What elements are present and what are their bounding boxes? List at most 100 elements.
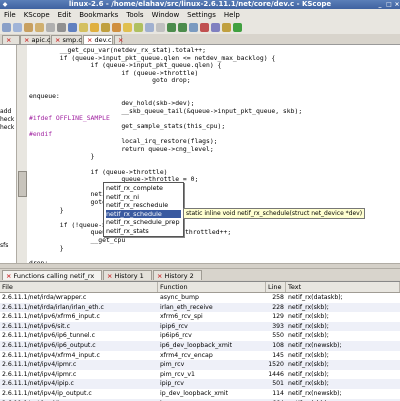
save-icon[interactable]	[24, 23, 33, 32]
tag-list-item[interactable]: add	[0, 108, 11, 115]
menu-tools[interactable]: Tools	[122, 9, 147, 21]
menu-edit[interactable]: Edit	[54, 9, 76, 21]
query-tab-history2[interactable]: × History 2	[153, 270, 202, 280]
table-row[interactable]: 2.6.11.1/net/ipv6/xfrm6_input.c xfrm6_rcv…	[0, 312, 400, 322]
maximize-icon[interactable]: □	[385, 1, 393, 8]
table-row[interactable]: 2.6.11.1/net/ipv4/ipip.c ipip_rcv 501 netif…	[0, 379, 400, 389]
close-tab-icon[interactable]: ×	[6, 36, 11, 44]
col-text[interactable]: Text	[286, 282, 400, 292]
table-row[interactable]: 2.6.11.1/net/ipv4/ip_output.c ip_dev_loop…	[0, 389, 400, 399]
close-file-icon[interactable]	[46, 23, 55, 32]
table-row[interactable]: 2.6.11.1/net/irda/wrapper.c async_bump 258…	[0, 293, 400, 303]
file-tab-apic[interactable]: × apic.c	[20, 35, 51, 44]
cell-function: irlan_eth_receive	[160, 303, 213, 311]
minimize-icon[interactable]: _	[376, 1, 384, 8]
window-titlebar[interactable]: ◆ linux-2.6 - /home/elahav/src/linux-2.6…	[0, 0, 400, 9]
table-row[interactable]: 2.6.11.1/net/ipv6/ip6_output.c ip6_dev_lo…	[0, 341, 400, 351]
new-project-icon[interactable]	[2, 23, 11, 32]
cell-line: 108	[272, 342, 284, 349]
bookmark-icon[interactable]	[222, 23, 231, 32]
including-icon[interactable]	[156, 23, 165, 32]
table-row[interactable]: 2.6.11.1/net/ipv4/xfrm4_input.c xfrm4_rcv…	[0, 351, 400, 361]
menu-kscope[interactable]: KScope	[20, 9, 54, 21]
file-tab-more[interactable]: ×	[114, 35, 123, 44]
close-tab-icon[interactable]: ×	[6, 272, 11, 280]
col-file[interactable]: File	[0, 282, 158, 292]
menu-help[interactable]: Help	[220, 9, 244, 21]
cell-function: ip6ip6_rcv	[160, 332, 192, 340]
menu-window[interactable]: Window	[148, 9, 184, 21]
tag-list-item[interactable]: heck	[0, 116, 14, 123]
stop-icon[interactable]	[200, 23, 209, 32]
cell-line: 1520	[268, 361, 284, 369]
called-icon[interactable]	[101, 23, 110, 32]
forward-icon[interactable]	[178, 23, 187, 32]
cell-line: 550	[272, 332, 284, 340]
query-tab-calling[interactable]: × Functions calling netif_rx	[2, 270, 102, 280]
autocomplete-item[interactable]: netif_rx_complete	[106, 184, 181, 193]
cell-function: xfrm4_rcv_encap	[160, 351, 213, 359]
tag-list-item[interactable]: sfs	[0, 242, 8, 249]
open-project-icon[interactable]	[13, 23, 22, 32]
autocomplete-item[interactable]: netif_rx_ni	[106, 193, 181, 202]
left-scrollbar[interactable]	[16, 45, 27, 263]
file-tab-hidden[interactable]: ×	[2, 35, 20, 44]
file-icon[interactable]	[145, 23, 154, 32]
menu-settings[interactable]: Settings	[183, 9, 220, 21]
close-tab-icon[interactable]: ×	[118, 36, 123, 44]
open-file-icon[interactable]	[35, 23, 44, 32]
close-icon[interactable]: ×	[393, 1, 400, 8]
cell-function: pim_rcv	[160, 361, 185, 369]
call-graph-icon[interactable]	[189, 23, 198, 32]
autocomplete-item[interactable]: netif_rx_schedule_prep	[106, 218, 181, 227]
query-tab-history1[interactable]: × History 1	[103, 270, 152, 280]
cell-function: ipip6_rcv	[160, 322, 188, 330]
close-tab-icon[interactable]: ×	[87, 36, 92, 44]
close-tab-icon[interactable]: ×	[55, 36, 60, 44]
find-icon[interactable]	[68, 23, 77, 32]
cell-function: ip_dev_loopback_xmit	[160, 390, 229, 397]
calling-icon[interactable]	[112, 23, 121, 32]
col-function[interactable]: Function	[158, 282, 266, 292]
close-tab-icon[interactable]: ×	[107, 272, 112, 280]
code-line: }	[29, 243, 64, 252]
code-line: }	[29, 205, 64, 214]
history-icon[interactable]	[211, 23, 220, 32]
close-tab-icon[interactable]: ×	[157, 272, 162, 280]
egrep-icon[interactable]	[134, 23, 143, 32]
tag-list-item[interactable]: heck	[0, 124, 14, 131]
table-row[interactable]: 2.6.11.1/net/ipv6/sit.c ipip6_rcv 393 netif…	[0, 321, 400, 332]
back-icon[interactable]	[167, 23, 176, 32]
cell-file: 2.6.11.1/net/ipv6/xfrm6_input.c	[2, 313, 100, 321]
cell-line: 145	[272, 351, 284, 359]
window-menu-icon[interactable]: ◆	[1, 1, 9, 8]
rebuild-icon[interactable]	[233, 23, 242, 32]
print-icon[interactable]	[57, 23, 66, 32]
table-row[interactable]: 2.6.11.1/net/ipv6/ip6_tunnel.c ip6ip6_rcv…	[0, 331, 400, 341]
col-line[interactable]: Line	[266, 282, 286, 292]
file-tab-dev[interactable]: × dev.c	[83, 35, 113, 44]
cell-text: netif_rx(skb);	[288, 361, 329, 369]
file-tab-smp[interactable]: × smp.c	[51, 35, 82, 44]
menu-bookmarks[interactable]: Bookmarks	[75, 9, 122, 21]
table-row[interactable]: 2.6.11.1/net/irda/irlan/irlan_eth.c irlan…	[0, 302, 400, 313]
menu-file[interactable]: File	[0, 9, 20, 21]
cell-file: 2.6.11.1/net/ipv6/ip6_tunnel.c	[2, 332, 95, 340]
cell-text: netif_rx(skb);	[288, 303, 329, 311]
cell-function: pim_rcv_v1	[160, 370, 195, 378]
table-row[interactable]: 2.6.11.1/net/ipv4/ipmr.c pim_rcv_v1 1446 ne…	[0, 370, 400, 380]
definition-icon[interactable]	[90, 23, 99, 32]
close-tab-icon[interactable]: ×	[24, 36, 29, 44]
autocomplete-item[interactable]: netif_rx_stats	[106, 227, 181, 236]
code-editor[interactable]: __get_cpu_var(netdev_rx_stat).total++; i…	[27, 45, 400, 263]
file-tab-label: smp.c	[62, 36, 82, 44]
autocomplete-popup[interactable]: netif_rx_complete netif_rx_ni netif_rx_res…	[103, 182, 184, 237]
text-search-icon[interactable]	[123, 23, 132, 32]
autocomplete-item[interactable]: netif_rx_reschedule	[106, 201, 181, 210]
symbol-icon[interactable]	[79, 23, 88, 32]
table-row[interactable]: 2.6.11.1/net/ipv4/ipmr.c pim_rcv 1520 netif…	[0, 360, 400, 370]
autocomplete-item[interactable]: netif_rx_schedule	[106, 209, 181, 218]
scroll-thumb[interactable]	[18, 171, 27, 197]
cell-function: async_bump	[160, 294, 199, 301]
file-tab-label: dev.c	[94, 36, 112, 44]
